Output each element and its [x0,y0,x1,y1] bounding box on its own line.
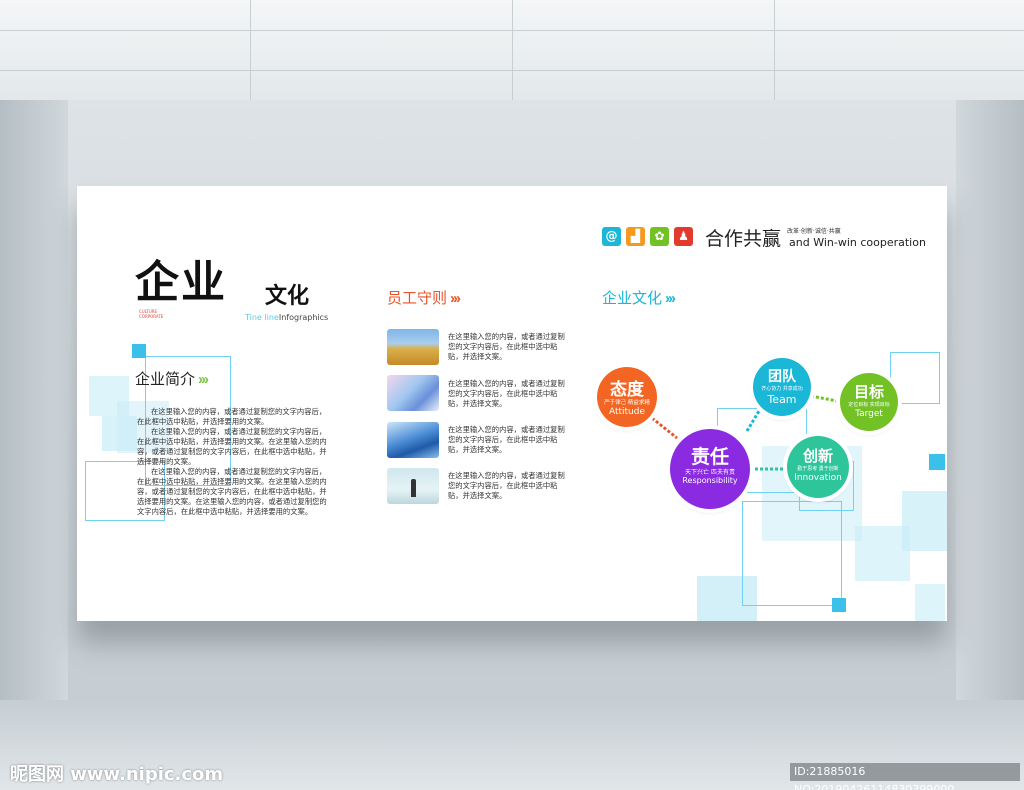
value-en: Innovation [794,473,842,483]
culture-board: 企业 文化 CULTURE CORPORATE Tine lineInfogra… [77,186,947,621]
value-zh: 态度 [610,380,644,400]
connector-line [810,394,838,403]
ceiling-line [512,0,513,100]
value-target: 目标 定位目标 实现目标 Target [840,373,898,431]
ceiling-line [774,0,775,100]
value-en: Team [767,393,797,406]
ceiling [0,0,1024,100]
value-zh: 创新 [802,447,833,465]
value-small: 定位目标 实现目标 [848,402,890,408]
value-responsibility: 责任 天下兴亡 匹夫有责 Responsibility [670,429,750,509]
value-en: Attitude [608,407,646,417]
watermark-logo: 昵图网 www.nipic.com [10,764,224,785]
value-innovation: 创新 勤于思考 勇于创新 Innovation [787,436,849,498]
value-zh: 目标 [853,383,884,401]
value-small: 齐心协力 共享成功 [761,386,803,392]
value-zh: 团队 [768,369,796,385]
connector-line [745,410,761,432]
value-connectors [651,394,838,471]
value-team: 团队 齐心协力 共享成功 Team [753,358,811,416]
value-attitude: 态度 严于律己 精益求精 Attitude [597,367,657,427]
watermark-id: ID:21885016 NO:20190426114830399000 [790,763,1020,790]
value-zh: 责任 [690,446,729,468]
value-small: 严于律己 精益求精 [604,400,650,406]
value-small: 勤于思考 勇于创新 [797,466,839,472]
value-en: Responsibility [682,476,738,485]
value-en: Target [855,409,883,419]
ceiling-line [250,0,251,100]
right-wall [956,100,1024,760]
left-wall [0,100,68,760]
value-small: 天下兴亡 匹夫有责 [685,469,735,476]
